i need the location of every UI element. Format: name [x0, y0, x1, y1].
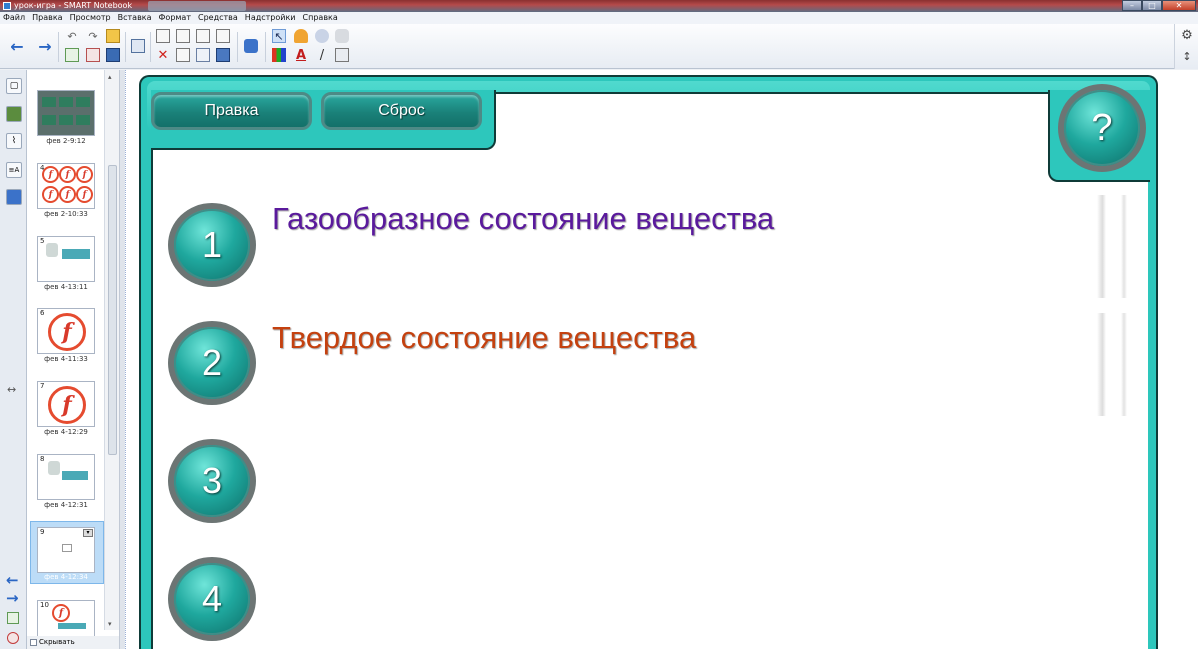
page-thumbnail[interactable]: 5 [37, 236, 95, 282]
line-icon[interactable]: / [315, 48, 329, 63]
select-pointer-icon[interactable]: ↖ [272, 29, 286, 43]
page-date: фев 4-12:31 [44, 501, 88, 509]
back-arrow-icon[interactable]: ← [10, 37, 24, 56]
properties-tab-icon[interactable]: ≡A [6, 162, 22, 178]
page-thumbnail[interactable]: 10 f [37, 600, 95, 636]
edit-button[interactable]: Правка [151, 92, 312, 130]
answer-text-2: Твердое состояние вещества [272, 320, 697, 355]
answer-number: 3 [174, 445, 250, 517]
save-icon[interactable] [106, 48, 120, 62]
menu-help[interactable]: Справка [303, 12, 338, 24]
menu-tools[interactable]: Средства [198, 12, 238, 24]
page-date: фев 4-12:34 [44, 573, 88, 581]
paste-icon[interactable] [156, 29, 170, 43]
close-button[interactable]: ✕ [1162, 0, 1196, 11]
scroll-thumb[interactable] [108, 165, 117, 455]
pens-icon[interactable] [272, 48, 286, 62]
answer-button-1[interactable]: 1 [168, 203, 256, 287]
menu-view[interactable]: Просмотр [70, 12, 111, 24]
answer-button-3[interactable]: 3 [168, 439, 256, 523]
menu-bar: Файл Правка Просмотр Вставка Формат Сред… [0, 12, 1198, 24]
menu-file[interactable]: Файл [3, 12, 25, 24]
fullscreen-icon[interactable] [216, 48, 230, 62]
page-thumbnail[interactable]: 6 f [37, 308, 95, 354]
delete-page-icon[interactable] [7, 632, 19, 644]
answer-text-1: Газообразное состояние вещества [272, 201, 775, 236]
sorter-scrollbar[interactable]: ▴ ▾ [104, 70, 119, 630]
add-page-icon[interactable] [65, 48, 79, 62]
forward-arrow-icon[interactable]: → [38, 37, 52, 56]
window-title: урок-игра - SMART Notebook [14, 1, 133, 10]
gear-icon[interactable]: ⚙ [1180, 28, 1194, 43]
page-thumbnail[interactable] [37, 90, 95, 136]
maximize-button[interactable]: □ [1142, 0, 1162, 11]
table-icon[interactable] [196, 48, 210, 62]
reset-button[interactable]: Сброс [321, 92, 482, 130]
answer-button-4[interactable]: 4 [168, 557, 256, 641]
help-icon: ? [1064, 90, 1140, 166]
minimize-button[interactable]: – [1122, 0, 1142, 11]
redo-icon[interactable]: ↷ [86, 29, 100, 43]
answer-number: 2 [174, 327, 250, 399]
answer-button-2[interactable]: 2 [168, 321, 256, 405]
page-thumbnail[interactable]: 7 f [37, 381, 95, 427]
answer-slot-bar [1097, 195, 1127, 298]
scroll-down-icon[interactable]: ▾ [108, 620, 112, 628]
gallery-tab-icon[interactable] [6, 106, 22, 122]
eraser-icon[interactable] [315, 29, 329, 43]
document-camera-icon[interactable] [196, 29, 210, 43]
answer-number: 1 [174, 209, 250, 281]
screen-shade-icon[interactable] [176, 48, 190, 62]
magic-pen-icon[interactable] [294, 29, 308, 43]
shapes-icon[interactable] [335, 29, 349, 43]
right-tools: ⚙ ↕ [1174, 24, 1198, 69]
menu-insert[interactable]: Вставка [118, 12, 152, 24]
next-page-icon[interactable]: → [6, 589, 19, 607]
page-thumbnail[interactable]: 8 [37, 454, 95, 500]
page-date: фев 4-13:11 [44, 283, 88, 291]
game-board [151, 92, 1148, 649]
fill-icon[interactable] [335, 48, 349, 62]
page-thumbnail[interactable]: 4 f f f f f f [37, 163, 95, 209]
page-date: фев 2-9:12 [46, 137, 86, 145]
menu-edit[interactable]: Правка [32, 12, 62, 24]
toolbar: ← → ↶ ↷ ✕ ↖ A / [0, 24, 1198, 69]
screen-capture-icon[interactable] [176, 29, 190, 43]
page-thumbnail-selected[interactable]: 9 ▾ [37, 527, 95, 573]
help-button[interactable]: ? [1058, 84, 1146, 172]
taskbar-tab[interactable] [148, 1, 246, 11]
prev-page-icon[interactable]: ← [6, 571, 19, 589]
text-icon[interactable]: A [294, 48, 308, 63]
auto-hide-label: Скрывать автоматическ [39, 638, 75, 646]
record-icon[interactable] [216, 29, 230, 43]
open-folder-icon[interactable] [106, 29, 120, 43]
menu-addons[interactable]: Надстройки [245, 12, 296, 24]
add-page-icon[interactable] [7, 612, 19, 624]
screen-display-icon[interactable] [131, 39, 145, 53]
addon-puzzle-icon[interactable] [244, 39, 258, 53]
addons-tab-icon[interactable] [6, 189, 22, 205]
answer-number: 4 [174, 563, 250, 635]
scroll-up-icon[interactable]: ▴ [108, 73, 112, 81]
undo-icon[interactable]: ↶ [65, 29, 79, 43]
title-bar: урок-игра - SMART Notebook – □ ✕ [0, 0, 1198, 12]
side-tab-strip: ▢ ⌇ ≡A ↔ ← → [0, 70, 27, 649]
page-menu-icon[interactable]: ▾ [83, 529, 93, 537]
attachments-tab-icon[interactable]: ⌇ [6, 133, 22, 149]
page-date: фев 4-11:33 [44, 355, 88, 363]
answer-slot-bar [1097, 313, 1127, 416]
delete-icon[interactable]: ✕ [156, 48, 170, 63]
auto-hide-row: Скрывать автоматическ [27, 636, 119, 649]
expand-icon[interactable]: ↔ [7, 383, 16, 396]
page-date: фев 4-12:29 [44, 428, 88, 436]
app-icon [3, 2, 11, 10]
page-sorter-tab-icon[interactable]: ▢ [6, 78, 22, 94]
auto-hide-checkbox[interactable] [30, 638, 37, 646]
menu-format[interactable]: Формат [159, 12, 191, 24]
delete-page-icon[interactable] [86, 48, 100, 62]
page-date: фев 2-10:33 [44, 210, 88, 218]
updown-arrow-icon[interactable]: ↕ [1180, 49, 1194, 63]
